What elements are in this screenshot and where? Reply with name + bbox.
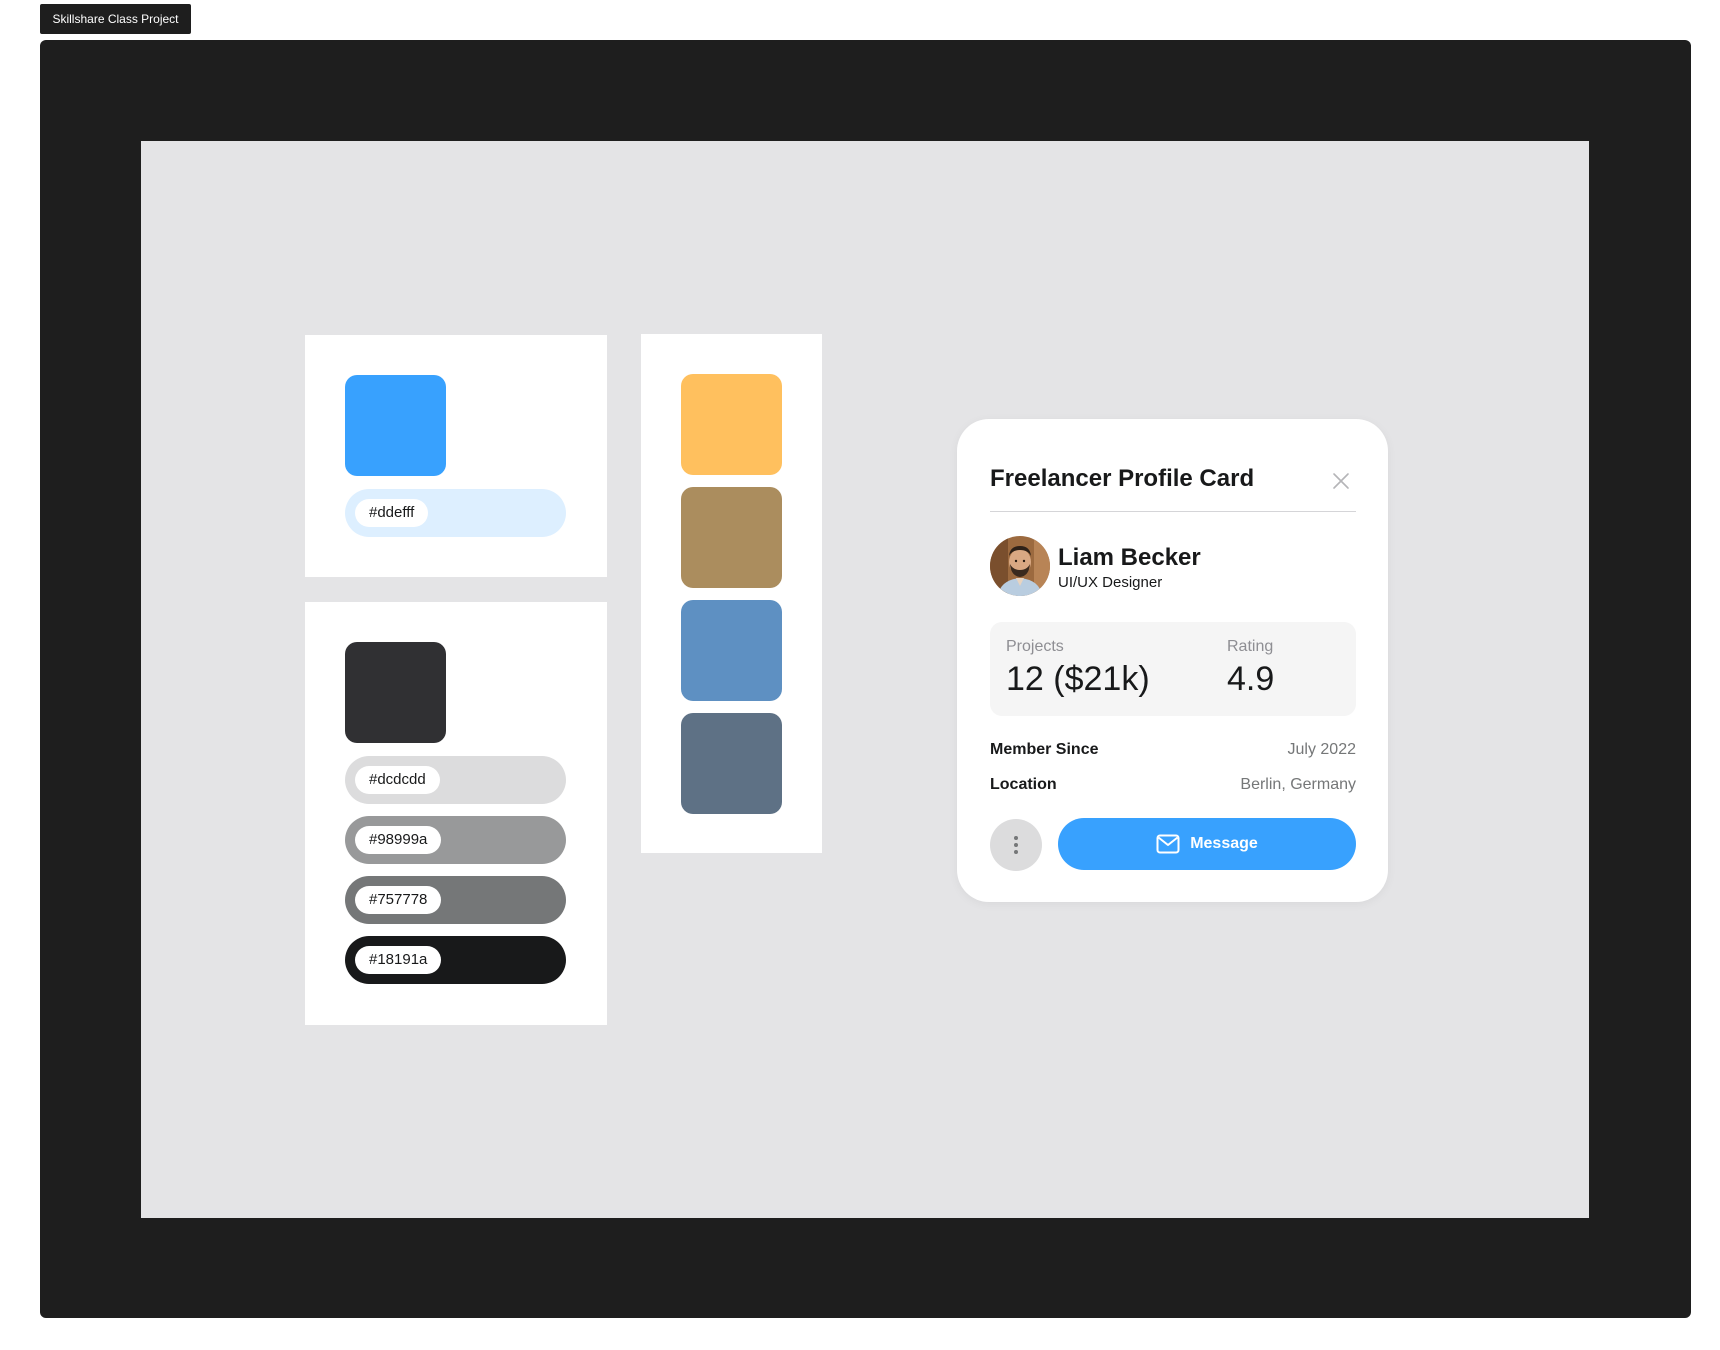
location-value: Berlin, Germany (1240, 776, 1356, 793)
primary-color-panel: #ddefff (305, 335, 607, 577)
mail-icon (1156, 834, 1180, 854)
member-since-label: Member Since (990, 741, 1099, 758)
neutral-swatch (345, 642, 446, 743)
profile-role: UI/UX Designer (1058, 574, 1163, 591)
frame-label[interactable]: Skillshare Class Project (40, 4, 191, 34)
accent-swatch-brown (681, 487, 782, 588)
projects-label: Projects (1006, 638, 1064, 655)
color-chip: #98999a (345, 816, 566, 864)
member-since-value: July 2022 (1287, 741, 1357, 758)
profile-name: Liam Becker (1058, 544, 1201, 571)
accent-swatch-yellow (681, 374, 782, 475)
color-chip-label: #98999a (355, 826, 442, 854)
location-label: Location (990, 776, 1057, 793)
avatar (990, 536, 1050, 596)
card-title: Freelancer Profile Card (990, 465, 1255, 492)
color-chip-label: #dcdcdd (355, 766, 440, 794)
color-chip-label: #757778 (355, 886, 442, 914)
more-options-button[interactable] (990, 819, 1042, 871)
color-chip: #757778 (345, 876, 566, 924)
accent-swatch-blue (681, 600, 782, 701)
accent-color-panel (641, 334, 822, 853)
stats-panel: Projects 12 ($21k) Rating 4.9 (990, 622, 1356, 716)
color-chip: #ddefff (345, 489, 566, 537)
color-chip: #dcdcdd (345, 756, 566, 804)
more-vertical-icon (1014, 836, 1018, 854)
rating-label: Rating (1227, 638, 1274, 655)
freelancer-profile-card: Freelancer Profile Card Liam Becker UI/U… (957, 419, 1388, 902)
color-chip: #18191a (345, 936, 566, 984)
accent-swatch-slate (681, 713, 782, 814)
close-icon[interactable] (1331, 471, 1351, 491)
card-divider (990, 511, 1356, 512)
projects-value: 12 ($21k) (1006, 660, 1150, 698)
color-chip-label: #18191a (355, 946, 442, 974)
message-button-label: Message (1190, 835, 1258, 852)
rating-value: 4.9 (1227, 660, 1275, 698)
neutral-color-panel: #dcdcdd #98999a #757778 #18191a (305, 602, 607, 1025)
message-button[interactable]: Message (1058, 818, 1356, 870)
primary-swatch (345, 375, 446, 476)
color-chip-label: #ddefff (355, 499, 429, 527)
